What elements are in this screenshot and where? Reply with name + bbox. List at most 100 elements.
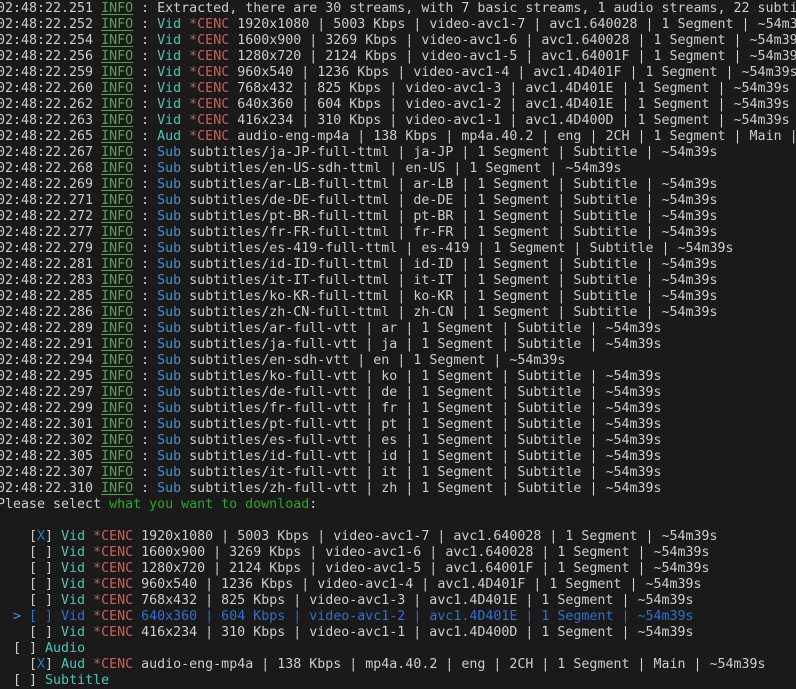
text: subtitles/it-IT-full-ttml | it-IT | 1 Se… (181, 273, 718, 288)
cenc-flag: *CENC (93, 625, 134, 640)
text: 768x432 | 825 Kbps | video-avc1-3 | avc1… (229, 81, 790, 96)
info-level-badge: INFO (101, 97, 134, 112)
text: 1280x720 | 2124 Kbps | video-avc1-5 | av… (229, 49, 796, 64)
selection-cursor-icon: > (13, 609, 22, 624)
info-level-badge: INFO (101, 257, 134, 272)
checkbox-mark: X (37, 657, 46, 672)
log-line: 02:48:22.251 INFO : Extracted, there are… (0, 1, 796, 17)
info-level-badge: INFO (101, 65, 134, 80)
video-option-row[interactable]: [ ] Vid *CENC 416x234 | 310 Kbps | video… (0, 625, 796, 641)
text: : (133, 81, 158, 96)
text: 1280x720 | 2124 Kbps | video-avc1-5 | av… (133, 561, 710, 576)
text: Please select (0, 497, 110, 512)
log-line: 02:48:22.271 INFO : Sub subtitles/de-DE-… (0, 193, 796, 209)
video-option-row[interactable]: [ ] Vid *CENC 768x432 | 825 Kbps | video… (0, 593, 796, 609)
video-option-row[interactable]: [ ] Vid *CENC 1280x720 | 2124 Kbps | vid… (0, 561, 796, 577)
text: 02:48:22.272 (0, 209, 102, 224)
text: 02:48:22.259 (0, 65, 102, 80)
text: : (133, 449, 158, 464)
subtitle-type-label: Sub (157, 481, 182, 496)
subtitle-type-label: Sub (157, 385, 182, 400)
text: 02:48:22.297 (0, 385, 102, 400)
text: : (133, 417, 158, 432)
video-option-row[interactable]: [ ] Vid *CENC 1600x900 | 3269 Kbps | vid… (0, 545, 796, 561)
audio-option-row[interactable]: [X] Aud *CENC audio-eng-mp4a | 138 Kbps … (0, 657, 796, 673)
cenc-flag: *CENC (93, 593, 134, 608)
info-level-badge: INFO (101, 465, 134, 480)
video-option-row[interactable]: [ ] Vid *CENC 960x540 | 1236 Kbps | vide… (0, 577, 796, 593)
subtitle-group-row[interactable]: [ ] Subtitle (0, 673, 796, 689)
text: : (133, 49, 158, 64)
stream-type-label: Vid (61, 625, 94, 640)
text: : (133, 209, 158, 224)
log-line: 02:48:22.301 INFO : Sub subtitles/pt-ful… (0, 417, 796, 433)
text: : (133, 273, 158, 288)
log-line: 02:48:22.310 INFO : Sub subtitles/zh-ful… (0, 481, 796, 497)
audio-group-row[interactable]: [ ] Audio (0, 641, 796, 657)
selected-row-text: [ ] Vid (29, 609, 94, 624)
info-level-badge: INFO (101, 321, 134, 336)
text: subtitles/pt-full-vtt | pt | 1 Segment |… (181, 417, 662, 432)
text: 1920x1080 | 5003 Kbps | video-avc1-7 | a… (133, 529, 718, 544)
log-line: 02:48:22.279 INFO : Sub subtitles/es-419… (0, 241, 796, 257)
log-line: 02:48:22.256 INFO : Vid *CENC 1280x720 |… (0, 49, 796, 65)
stream-type-label: Vid (157, 49, 190, 64)
info-level-badge: INFO (101, 481, 134, 496)
subtitle-type-label: Sub (157, 401, 182, 416)
text: audio-eng-mp4a | 138 Kbps | mp4a.40.2 | … (237, 129, 796, 144)
info-level-badge: INFO (101, 417, 134, 432)
text: : (133, 257, 158, 272)
terminal: 02:48:22.251 INFO : Extracted, there are… (0, 0, 796, 689)
text: : (133, 401, 158, 416)
text: subtitles/en-sdh-vtt | en | 1 Segment | … (181, 353, 566, 368)
info-level-badge: INFO (101, 177, 134, 192)
log-line: 02:48:22.277 INFO : Sub subtitles/fr-FR-… (0, 225, 796, 241)
text: [ ] (0, 641, 46, 656)
text: subtitles/es-419-full-ttml | es-419 | 1 … (181, 241, 734, 256)
info-level-badge: INFO (101, 81, 134, 96)
log-line: 02:48:22.260 INFO : Vid *CENC 768x432 | … (0, 81, 796, 97)
text: 02:48:22.269 (0, 177, 102, 192)
info-level-badge: INFO (101, 193, 134, 208)
log-line: 02:48:22.252 INFO : Vid *CENC 1920x1080 … (0, 17, 796, 33)
text: 02:48:22.251 (0, 1, 102, 16)
text: [ ] (0, 561, 62, 576)
video-option-row-focused[interactable]: > [ ] Vid *CENC 640x360 | 604 Kbps | vid… (0, 609, 796, 625)
text: 02:48:22.268 (0, 161, 102, 176)
subtitle-type-label: Sub (157, 145, 182, 160)
text: subtitles/es-full-vtt | es | 1 Segment |… (181, 433, 662, 448)
cenc-flag: *CENC (93, 545, 134, 560)
text: 02:48:22.262 (0, 97, 102, 112)
text: subtitles/pt-BR-full-ttml | pt-BR | 1 Se… (181, 209, 718, 224)
text: : (133, 481, 158, 496)
video-option-row[interactable]: [X] Vid *CENC 1920x1080 | 5003 Kbps | vi… (0, 529, 796, 545)
text: : (133, 177, 158, 192)
stream-type-label: Vid (61, 561, 94, 576)
cenc-flag: *CENC (93, 561, 134, 576)
info-level-badge: INFO (101, 49, 134, 64)
stream-type-label: Vid (157, 65, 190, 80)
text: : (133, 161, 158, 176)
info-level-badge: INFO (101, 17, 134, 32)
stream-type-label: Aud (61, 657, 94, 672)
text: 02:48:22.279 (0, 241, 102, 256)
subtitle-type-label: Sub (157, 369, 182, 384)
log-line: 02:48:22.269 INFO : Sub subtitles/ar-LB-… (0, 177, 796, 193)
text: 02:48:22.265 (0, 129, 102, 144)
info-level-badge: INFO (101, 161, 134, 176)
log-line: 02:48:22.263 INFO : Vid *CENC 416x234 | … (0, 113, 796, 129)
text: [ ] (0, 577, 62, 592)
text: 02:48:22.267 (0, 145, 102, 160)
cenc-flag: *CENC (189, 49, 230, 64)
text: 02:48:22.302 (0, 433, 102, 448)
text: : (133, 433, 158, 448)
text: 02:48:22.291 (0, 337, 102, 352)
cenc-flag: *CENC (93, 609, 134, 624)
text: subtitles/ar-LB-full-ttml | ar-LB | 1 Se… (181, 177, 718, 192)
text: 02:48:22.256 (0, 49, 102, 64)
text: : (133, 321, 158, 336)
text (0, 609, 13, 624)
subtitle-type-label: Sub (157, 353, 182, 368)
text: 02:48:22.286 (0, 305, 102, 320)
text: 02:48:22.260 (0, 81, 102, 96)
